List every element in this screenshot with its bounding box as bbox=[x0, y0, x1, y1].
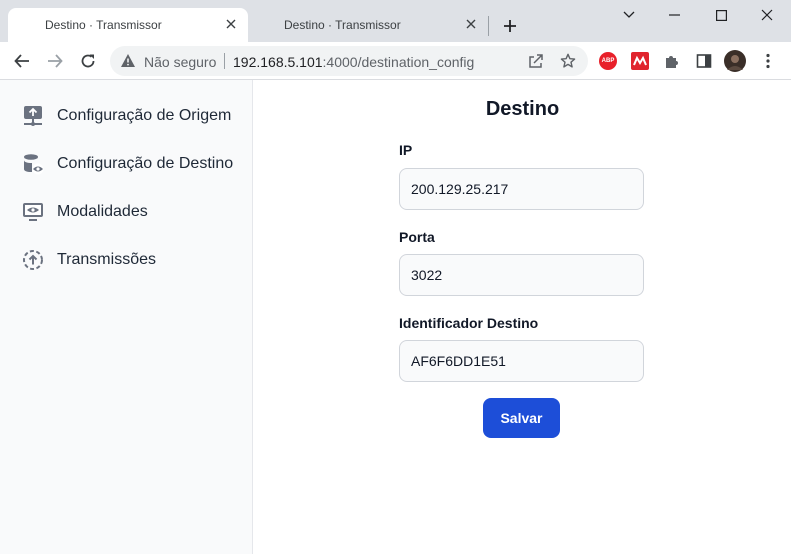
monitor-eye-icon bbox=[20, 199, 46, 225]
database-eye-icon bbox=[20, 151, 46, 177]
port-input[interactable] bbox=[399, 254, 644, 296]
url-host: 192.168.5.101 bbox=[233, 54, 323, 70]
sidebar-item-modalidades[interactable]: Modalidades bbox=[20, 192, 245, 232]
warning-icon[interactable] bbox=[120, 53, 136, 73]
chevron-down-icon[interactable] bbox=[606, 0, 652, 30]
tab-active[interactable]: Destino · Transmissor bbox=[8, 8, 248, 42]
port-label: Porta bbox=[399, 229, 435, 245]
omnibox-divider bbox=[224, 53, 225, 69]
menu-icon[interactable] bbox=[758, 51, 778, 71]
tab-inactive[interactable]: Destino · Transmissor bbox=[248, 8, 488, 42]
ip-label: IP bbox=[399, 142, 413, 158]
sidebar: Configuração de Origem Configuração de D… bbox=[0, 80, 253, 554]
destination-id-input[interactable] bbox=[399, 340, 644, 382]
circle-upload-icon bbox=[20, 247, 46, 273]
browser-toolbar: Não seguro 192.168.5.101:4000/destinatio… bbox=[0, 42, 791, 80]
new-tab-button[interactable] bbox=[498, 14, 522, 38]
abp-badge: ABP bbox=[599, 52, 617, 70]
url-text[interactable]: 192.168.5.101:4000/destination_config bbox=[233, 54, 474, 70]
sidebar-item-label: Transmissões bbox=[57, 251, 156, 268]
puzzle-icon[interactable] bbox=[662, 51, 682, 71]
forward-icon[interactable] bbox=[41, 47, 69, 75]
sidebar-item-destino[interactable]: Configuração de Destino bbox=[20, 144, 245, 184]
ip-input[interactable] bbox=[399, 168, 644, 210]
tab-separator bbox=[488, 16, 489, 36]
sidebar-item-label: Configuração de Destino bbox=[57, 155, 234, 172]
profile-avatar[interactable] bbox=[724, 50, 746, 72]
upload-server-icon bbox=[20, 103, 46, 129]
close-window-button[interactable] bbox=[744, 0, 790, 30]
adblock-extension-icon[interactable]: ABP bbox=[598, 51, 618, 71]
main-content: Destino IP Porta Identificador Destino S… bbox=[254, 80, 791, 554]
red-extension-icon[interactable] bbox=[630, 51, 650, 71]
maximize-button[interactable] bbox=[698, 0, 744, 30]
sidebar-item-origem[interactable]: Configuração de Origem bbox=[20, 96, 245, 136]
tab-title: Destino · Transmissor bbox=[284, 18, 401, 32]
destination-id-label: Identificador Destino bbox=[399, 315, 539, 331]
sidebar-item-label: Modalidades bbox=[57, 203, 148, 220]
tab-strip: Destino · Transmissor Destino · Transmis… bbox=[0, 0, 791, 42]
sidebar-item-label: Configuração de Origem bbox=[57, 107, 232, 124]
url-path: :4000/destination_config bbox=[322, 54, 475, 70]
tab-title: Destino · Transmissor bbox=[45, 18, 162, 32]
save-button[interactable]: Salvar bbox=[483, 398, 560, 438]
close-tab-icon[interactable] bbox=[222, 15, 240, 33]
page-title: Destino bbox=[485, 98, 560, 120]
star-icon[interactable] bbox=[558, 51, 578, 71]
reload-icon[interactable] bbox=[74, 47, 102, 75]
sidebar-item-transmissoes[interactable]: Transmissões bbox=[20, 240, 245, 280]
share-icon[interactable] bbox=[526, 51, 546, 71]
minimize-button[interactable] bbox=[652, 0, 698, 30]
close-tab-icon[interactable] bbox=[462, 15, 480, 33]
red-extension-glyph bbox=[631, 52, 649, 70]
sidepanel-icon[interactable] bbox=[694, 51, 714, 71]
address-bar[interactable]: Não seguro 192.168.5.101:4000/destinatio… bbox=[110, 46, 588, 76]
back-icon[interactable] bbox=[8, 47, 36, 75]
page-content: Configuração de Origem Configuração de D… bbox=[0, 80, 791, 554]
security-label[interactable]: Não seguro bbox=[144, 54, 216, 70]
avatar bbox=[724, 50, 746, 72]
